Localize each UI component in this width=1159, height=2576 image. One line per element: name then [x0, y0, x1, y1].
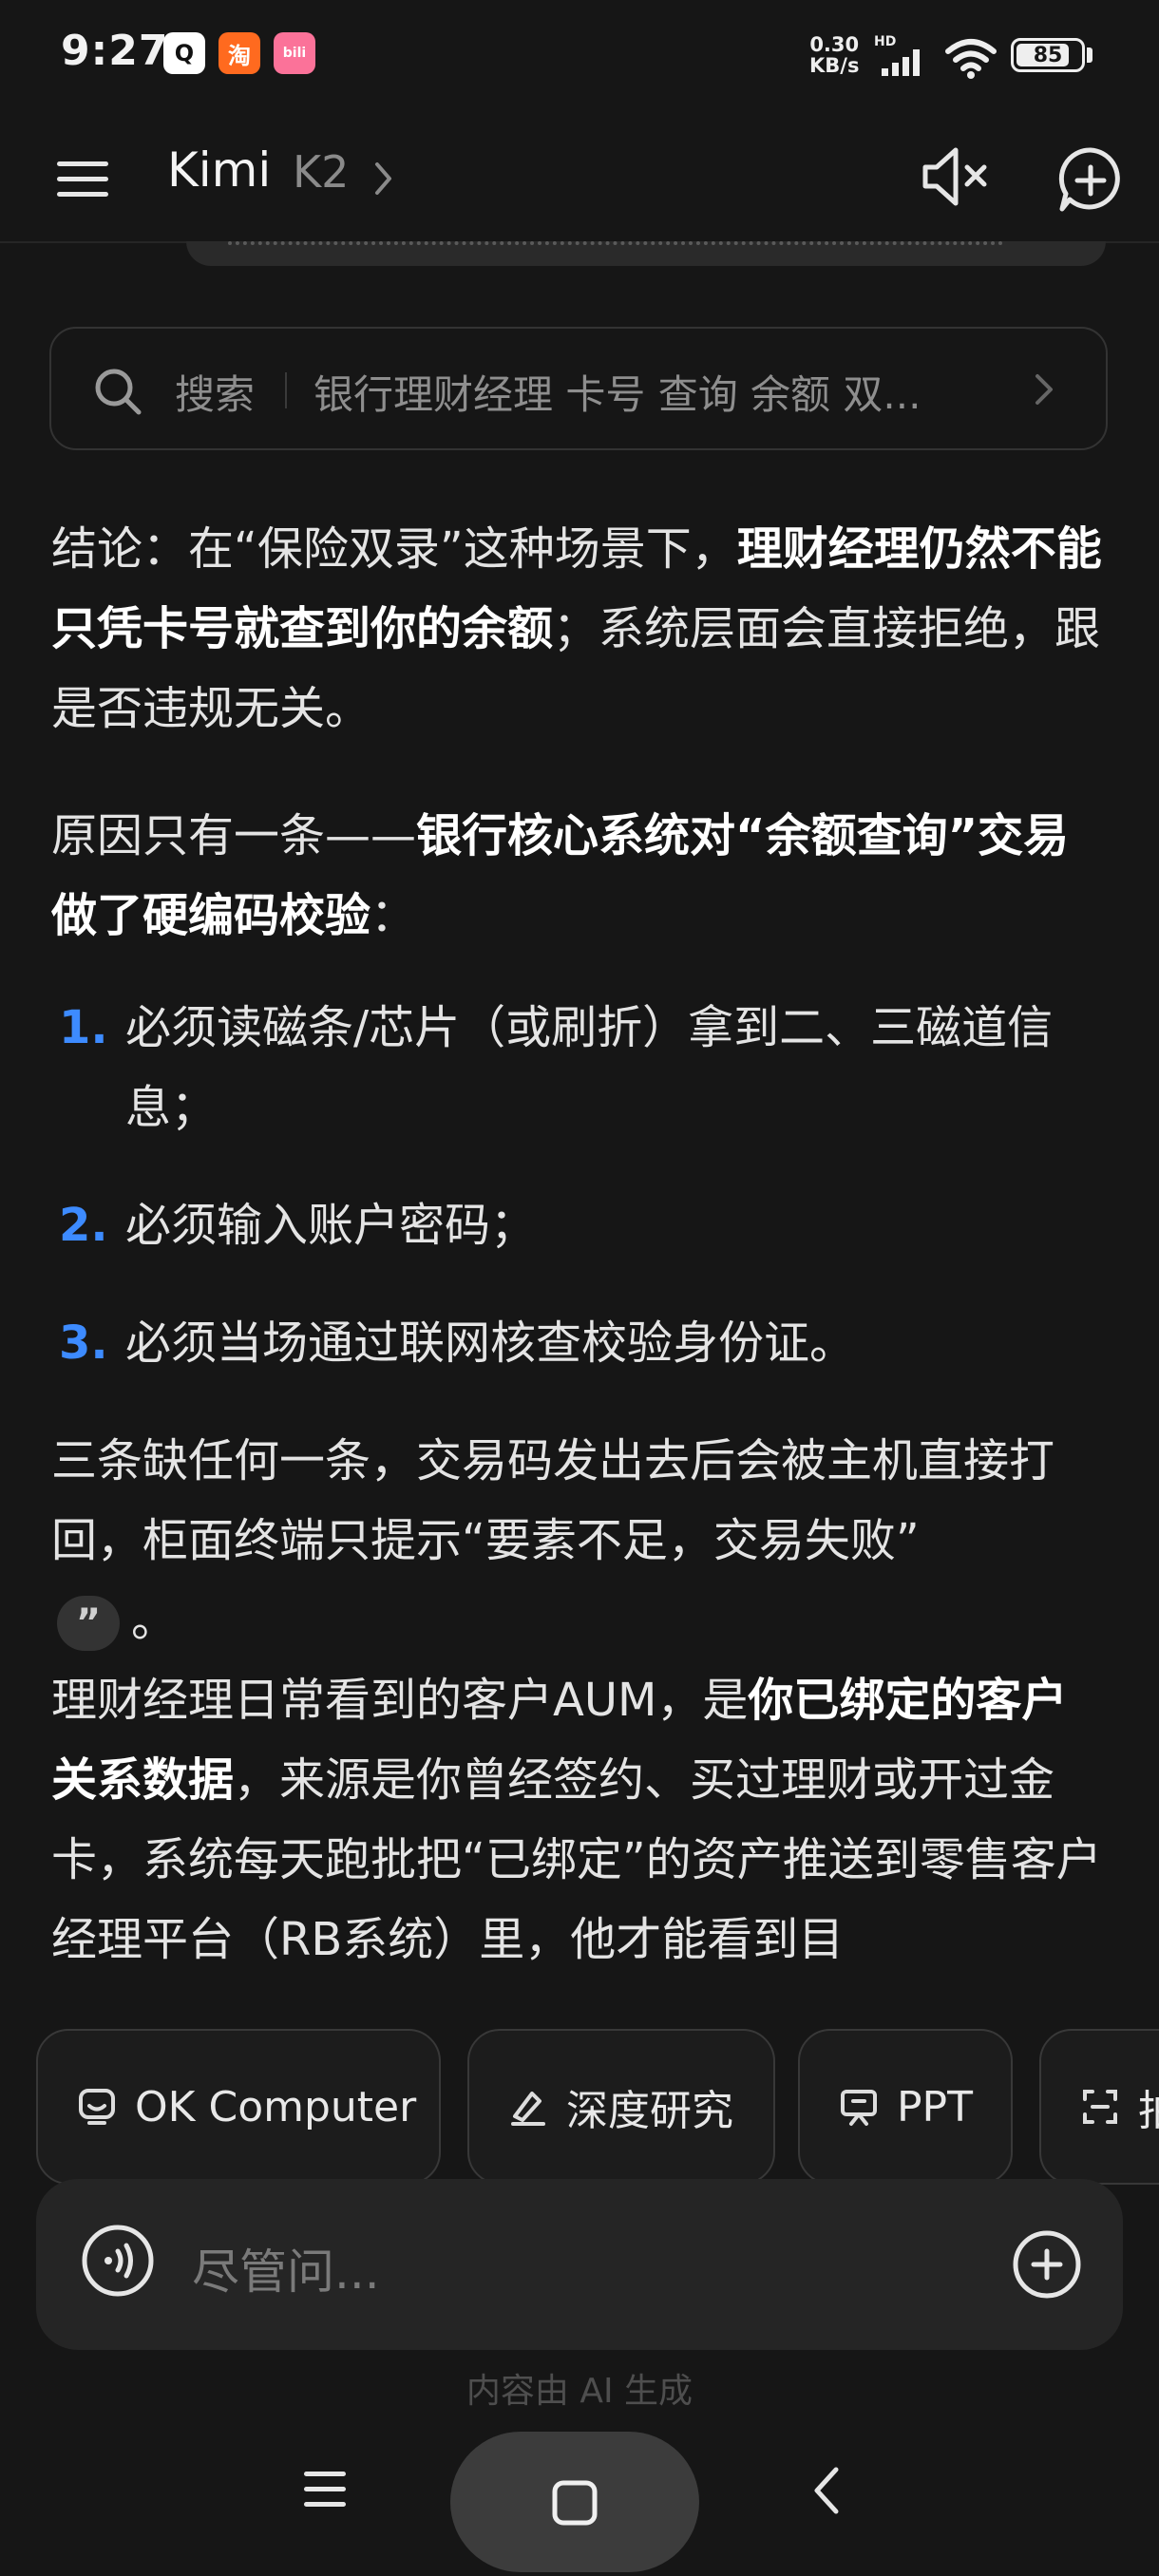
battery-tip: [1087, 47, 1092, 63]
search-divider: [285, 372, 287, 408]
list-text: 必须读磁条/芯片（或刷折）拿到二、三磁道信息；: [125, 1001, 1054, 1134]
network-speed: 0.30 KB/s: [809, 34, 859, 76]
nav-back-button[interactable]: [808, 2464, 846, 2517]
app-header: Kimi K2: [0, 114, 1159, 243]
network-speed-unit: KB/s: [809, 54, 860, 77]
taobao-icon: 淘: [218, 32, 260, 74]
chat-input-placeholder[interactable]: 尽管问...: [192, 2234, 380, 2302]
attach-button[interactable]: [1011, 2228, 1083, 2301]
wifi-icon: [945, 39, 997, 79]
voice-icon: [82, 2225, 154, 2297]
chip-label: 深度研究: [566, 2087, 733, 2135]
speaker-mute-icon: [922, 147, 987, 206]
list-item: 3. 必须当场通过联网核查校验身份证。: [51, 1303, 1108, 1383]
search-icon: [95, 369, 142, 415]
text-span: ：: [370, 889, 417, 942]
search-results-bar[interactable]: 搜索 银行理财经理 卡号 查询 余额 双...: [49, 327, 1108, 450]
previous-card-dots: [228, 241, 1003, 251]
list-item: 2. 必须输入账户密码；: [51, 1185, 1108, 1265]
hamburger-icon: [57, 161, 108, 197]
new-chat-button[interactable]: [1053, 142, 1129, 218]
app-title: Kimi: [167, 142, 272, 198]
paragraph-aum: 理财经理日常看到的客户AUM，是你已绑定的客户关系数据，来源是你曾经签约、买过理…: [51, 1660, 1108, 1979]
network-speed-value: 0.30: [809, 33, 860, 56]
menu-button[interactable]: [49, 148, 116, 209]
requirement-list: 1. 必须读磁条/芯片（或刷折）拿到二、三磁道信息； 2. 必须输入账户密码； 3.…: [51, 988, 1108, 1383]
chevron-right-icon: [1036, 374, 1053, 405]
qq-icon: Q: [163, 32, 205, 74]
plus-circle-icon: [1013, 2230, 1081, 2299]
signal-icon: [882, 49, 920, 76]
chip-deep-research[interactable]: 深度研究: [467, 2029, 775, 2185]
nav-recents-button[interactable]: [298, 2464, 352, 2513]
text-span: 结论：在“保险双录”这种场景下，: [51, 522, 737, 576]
chip-scan[interactable]: 拍: [1039, 2029, 1159, 2185]
text-span: 原因只有一条——: [51, 809, 417, 862]
voice-button[interactable]: [80, 2223, 156, 2299]
chip-ppt[interactable]: PPT: [798, 2029, 1013, 2185]
list-text: 必须当场通过联网核查校验身份证。: [125, 1316, 856, 1370]
search-label: 搜索: [175, 371, 256, 418]
list-number: 3.: [59, 1316, 108, 1370]
citation-quote-icon[interactable]: ”: [57, 1596, 120, 1651]
battery-level: 85: [1033, 43, 1063, 67]
paragraph-conclusion: 结论：在“保险双录”这种场景下，理财经理仍然不能只凭卡号就查到你的余额；系统层面…: [51, 509, 1108, 748]
mute-button[interactable]: [918, 139, 994, 215]
chip-ok-computer[interactable]: OK Computer: [36, 2029, 441, 2185]
computer-icon: [79, 2089, 115, 2125]
paragraph-failure: 三条缺任何一条，交易码发出去后会被主机直接打回，柜面终端只提示“要素不足，交易失…: [51, 1421, 1108, 1660]
new-chat-icon: [1058, 147, 1120, 212]
hd-label: HD: [874, 34, 897, 49]
list-text: 必须输入账户密码；: [125, 1199, 537, 1252]
status-bar: 9:27 Q 淘 bili 0.30 KB/s HD 85: [0, 0, 1159, 114]
assistant-message: 结论：在“保险双录”这种场景下，理财经理仍然不能只凭卡号就查到你的余额；系统层面…: [51, 509, 1108, 1991]
text-span: 三条缺任何一条，交易码发出去后会被主机直接打回，柜面终端只提示“要素不足，交易失…: [51, 1434, 1055, 1567]
quick-actions: OK Computer 深度研究 PPT 拍: [36, 2029, 1159, 2188]
recents-icon: [304, 2472, 346, 2507]
battery-icon: 85: [1011, 38, 1085, 72]
back-chevron-icon: [814, 2467, 839, 2514]
chip-label: 拍: [1138, 2076, 1159, 2137]
model-selector[interactable]: K2: [293, 146, 349, 198]
list-number: 2.: [59, 1199, 108, 1252]
ai-disclaimer: 内容由 AI 生成: [466, 2372, 694, 2411]
list-number: 1.: [59, 1001, 108, 1054]
chip-label: PPT: [897, 2082, 973, 2131]
research-icon: [511, 2092, 545, 2126]
list-item: 1. 必须读磁条/芯片（或刷折）拿到二、三磁道信息；: [51, 988, 1108, 1147]
scan-icon: [1083, 2090, 1117, 2124]
home-square-icon: [552, 2480, 598, 2526]
chevron-right-icon[interactable]: [372, 160, 395, 198]
chat-input-bar[interactable]: 尽管问...: [36, 2179, 1123, 2350]
chip-label: OK Computer: [135, 2082, 417, 2131]
paragraph-reason: 原因只有一条——银行核心系统对“余额查询”交易做了硬编码校验：: [51, 796, 1108, 956]
search-query: 银行理财经理 卡号 查询 余额 双...: [314, 371, 922, 418]
bilibili-icon: bili: [274, 32, 315, 74]
nav-home-button[interactable]: [450, 2432, 699, 2572]
ppt-icon: [841, 2090, 877, 2126]
status-time: 9:27: [61, 27, 169, 75]
text-span: 理财经理日常看到的客户AUM，是: [51, 1674, 749, 1727]
text-span: 。: [131, 1594, 178, 1647]
